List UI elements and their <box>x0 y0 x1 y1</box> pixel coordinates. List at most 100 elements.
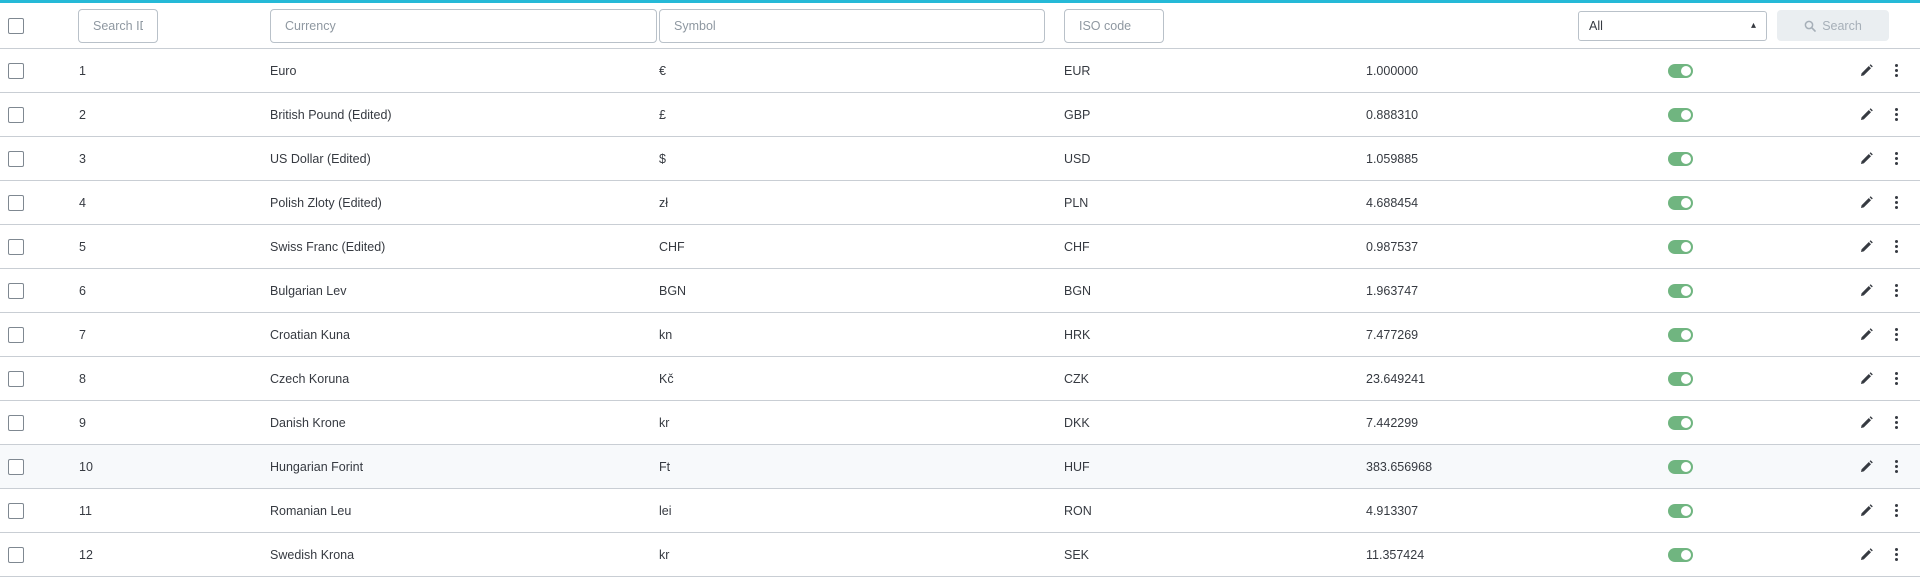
row-checkbox[interactable] <box>8 62 24 79</box>
row-rate-status-cell: 7.477269 <box>1342 313 1852 357</box>
select-sort-arrows-icon: ▴ <box>1750 20 1756 31</box>
enabled-toggle[interactable] <box>1668 283 1693 298</box>
row-rate-status-cell: 383.656968 <box>1342 445 1852 489</box>
row-iso-cell: CZK <box>1057 357 1342 401</box>
row-rate-status-cell: 4.688454 <box>1342 181 1852 225</box>
filter-action-cell: Search <box>1777 3 1920 49</box>
currency-name: Swiss Franc (Edited) <box>270 239 386 254</box>
edit-pencil-icon[interactable] <box>1860 372 1873 385</box>
currency-name: Polish Zloty (Edited) <box>270 195 382 210</box>
currency-id: 6 <box>79 283 86 298</box>
enabled-toggle[interactable] <box>1668 151 1693 166</box>
row-symbol-cell: £ <box>658 93 1057 137</box>
currency-symbol: kn <box>659 327 673 342</box>
enabled-toggle[interactable] <box>1668 459 1693 474</box>
enabled-toggle[interactable] <box>1668 63 1693 78</box>
currency-iso-code: GBP <box>1064 107 1091 122</box>
row-checkbox[interactable] <box>8 326 24 343</box>
enabled-toggle[interactable] <box>1668 107 1693 122</box>
more-actions-icon[interactable] <box>1895 460 1898 473</box>
currency-id: 12 <box>79 547 93 562</box>
edit-pencil-icon[interactable] <box>1860 416 1873 429</box>
more-actions-icon[interactable] <box>1895 196 1898 209</box>
row-select-cell <box>0 445 60 489</box>
row-currency-cell: Hungarian Forint <box>251 445 658 489</box>
row-iso-cell: GBP <box>1057 93 1342 137</box>
row-checkbox[interactable] <box>8 414 24 431</box>
row-checkbox[interactable] <box>8 370 24 387</box>
more-actions-icon[interactable] <box>1895 372 1898 385</box>
edit-pencil-icon[interactable] <box>1860 504 1873 517</box>
currency-symbol: kr <box>659 547 670 562</box>
row-iso-cell: PLN <box>1057 181 1342 225</box>
select-all-checkbox[interactable] <box>8 17 24 34</box>
enabled-toggle[interactable] <box>1668 547 1693 562</box>
edit-pencil-icon[interactable] <box>1860 196 1873 209</box>
currency-id: 3 <box>79 151 86 166</box>
row-checkbox[interactable] <box>8 150 24 167</box>
row-id-cell: 11 <box>60 489 251 533</box>
currency-name: Czech Koruna <box>270 371 350 386</box>
search-id-input[interactable] <box>78 8 158 43</box>
row-symbol-cell: Kč <box>658 357 1057 401</box>
enabled-toggle[interactable] <box>1668 503 1693 518</box>
more-actions-icon[interactable] <box>1895 504 1898 517</box>
more-actions-icon[interactable] <box>1895 284 1898 297</box>
enabled-toggle[interactable] <box>1668 415 1693 430</box>
edit-pencil-icon[interactable] <box>1860 108 1873 121</box>
row-rate-status-cell: 23.649241 <box>1342 357 1852 401</box>
row-checkbox[interactable] <box>8 106 24 123</box>
row-checkbox[interactable] <box>8 238 24 255</box>
more-actions-icon[interactable] <box>1895 416 1898 429</box>
currency-name: Bulgarian Lev <box>270 283 347 298</box>
iso-code-filter-input[interactable] <box>1064 8 1164 43</box>
more-actions-icon[interactable] <box>1895 64 1898 77</box>
exchange-rate: 23.649241 <box>1366 371 1426 386</box>
row-actions-cell <box>1777 401 1920 445</box>
row-checkbox[interactable] <box>8 458 24 475</box>
search-icon <box>1804 20 1816 32</box>
currency-iso-code: CZK <box>1064 371 1089 386</box>
row-rate-status-cell: 0.987537 <box>1342 225 1852 269</box>
edit-pencil-icon[interactable] <box>1860 64 1873 77</box>
row-id-cell: 3 <box>60 137 251 181</box>
row-checkbox[interactable] <box>8 502 24 519</box>
symbol-filter-input[interactable] <box>659 8 1045 43</box>
more-actions-icon[interactable] <box>1895 548 1898 561</box>
currency-symbol: £ <box>659 107 666 122</box>
currency-filter-input[interactable] <box>270 8 657 43</box>
enabled-toggle[interactable] <box>1668 371 1693 386</box>
search-button[interactable]: Search <box>1777 10 1889 41</box>
exchange-rate: 4.688454 <box>1366 195 1419 210</box>
row-rate-status-cell: 1.059885 <box>1342 137 1852 181</box>
more-actions-icon[interactable] <box>1895 152 1898 165</box>
more-actions-icon[interactable] <box>1895 328 1898 341</box>
row-select-cell <box>0 49 60 93</box>
currency-symbol: lei <box>659 503 672 518</box>
row-actions-cell <box>1777 49 1920 93</box>
enabled-toggle[interactable] <box>1668 239 1693 254</box>
edit-pencil-icon[interactable] <box>1860 328 1873 341</box>
row-checkbox[interactable] <box>8 282 24 299</box>
more-actions-icon[interactable] <box>1895 108 1898 121</box>
status-filter-select[interactable]: All ▴ <box>1578 10 1767 41</box>
currency-id: 10 <box>79 459 93 474</box>
edit-pencil-icon[interactable] <box>1860 460 1873 473</box>
row-select-cell <box>0 357 60 401</box>
row-actions-cell <box>1777 225 1920 269</box>
edit-pencil-icon[interactable] <box>1860 548 1873 561</box>
row-iso-cell: EUR <box>1057 49 1342 93</box>
more-actions-icon[interactable] <box>1895 240 1898 253</box>
row-checkbox[interactable] <box>8 546 24 563</box>
enabled-toggle[interactable] <box>1668 327 1693 342</box>
edit-pencil-icon[interactable] <box>1860 284 1873 297</box>
row-checkbox[interactable] <box>8 194 24 211</box>
row-id-cell: 6 <box>60 269 251 313</box>
row-symbol-cell: $ <box>658 137 1057 181</box>
edit-pencil-icon[interactable] <box>1860 152 1873 165</box>
edit-pencil-icon[interactable] <box>1860 240 1873 253</box>
currency-id: 4 <box>79 195 86 210</box>
row-select-cell <box>0 313 60 357</box>
row-select-cell <box>0 489 60 533</box>
enabled-toggle[interactable] <box>1668 195 1693 210</box>
